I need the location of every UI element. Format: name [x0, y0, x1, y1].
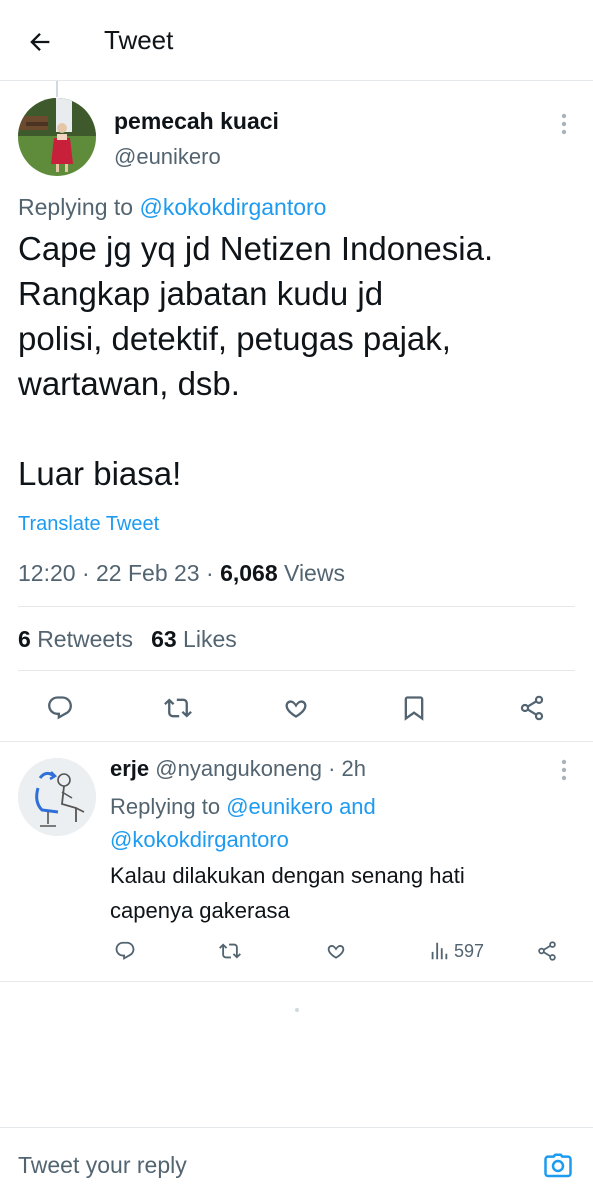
reply-author-handle[interactable]: @nyangukoneng	[155, 756, 322, 781]
arrow-left-icon	[30, 33, 50, 51]
divider	[0, 981, 593, 982]
bookmark-icon	[404, 696, 424, 721]
meta-separator: ·	[206, 560, 214, 586]
analytics-icon	[431, 942, 448, 960]
reply-avatar-sketch	[18, 758, 96, 836]
more-options-button[interactable]	[548, 108, 580, 140]
reply-like-button[interactable]	[323, 932, 349, 970]
replying-prefix: Replying to	[110, 794, 221, 819]
avatar[interactable]	[18, 98, 96, 176]
reply-input[interactable]	[18, 1148, 518, 1182]
retweets-label: Retweets	[37, 626, 134, 652]
retweet-button[interactable]	[156, 686, 200, 730]
reply-replying-to: Replying to @eunikero and @kokokdirganto…	[110, 790, 530, 856]
reply-retweet-button[interactable]	[217, 932, 243, 970]
reply-actions: 597	[0, 932, 593, 970]
reply-views-button[interactable]: 597	[428, 932, 498, 970]
likes-label: Likes	[183, 626, 237, 652]
more-vertical-icon	[561, 759, 567, 781]
tweet-stats: 6 Retweets 63 Likes	[18, 626, 237, 653]
tweet-time[interactable]: 12:20	[18, 560, 76, 586]
retweet-icon	[164, 698, 192, 718]
reply-more-options-button[interactable]	[548, 754, 580, 786]
divider	[0, 741, 593, 742]
share-icon	[538, 941, 556, 961]
reply-avatar[interactable]	[18, 758, 96, 836]
translate-tweet-link[interactable]: Translate Tweet	[18, 513, 159, 536]
like-button[interactable]	[274, 686, 318, 730]
reply-text: Kalau dilakukan dengan senang hati capen…	[110, 863, 465, 923]
camera-icon	[544, 1153, 572, 1178]
divider	[18, 670, 575, 671]
author-handle[interactable]: @eunikero	[114, 144, 221, 170]
likes-count: 63	[151, 626, 177, 652]
tweet-date[interactable]: 22 Feb 23	[96, 560, 200, 586]
share-button[interactable]	[510, 686, 554, 730]
reply-time[interactable]: 2h	[342, 756, 366, 781]
reply-composer	[0, 1127, 593, 1200]
reply-author-name[interactable]: erje	[110, 756, 149, 781]
views-count: 6,068	[220, 560, 278, 586]
reply-reply-button[interactable]	[112, 932, 138, 970]
bookmark-button[interactable]	[392, 686, 436, 730]
share-icon	[520, 695, 544, 721]
retweets-count: 6	[18, 626, 31, 652]
retweets-stat[interactable]: 6 Retweets	[18, 626, 133, 652]
top-bar: Tweet	[0, 0, 593, 81]
heart-icon	[327, 945, 345, 959]
replying-to-link[interactable]: @kokokdirgantoro	[110, 827, 289, 852]
loading-indicator	[295, 1008, 299, 1012]
reply-share-button[interactable]	[534, 932, 560, 970]
tweet-actions	[0, 686, 593, 730]
back-button[interactable]	[22, 24, 58, 60]
divider	[18, 606, 575, 607]
replying-to-link[interactable]: @eunikero	[226, 794, 333, 819]
page-title: Tweet	[104, 25, 174, 55]
replying-prefix: Replying to	[18, 194, 134, 220]
reply-separator: ·	[328, 756, 336, 781]
author-name[interactable]: pemecah kuaci	[114, 108, 279, 135]
tweet-text: Cape jg yq jd Netizen Indonesia. Rangkap…	[18, 230, 494, 492]
reply-views-count: 597	[454, 940, 485, 961]
views-label: Views	[284, 560, 345, 586]
meta-separator: ·	[81, 560, 90, 586]
reply-icon	[115, 941, 135, 960]
reply-icon	[48, 696, 72, 720]
retweet-icon	[219, 943, 241, 959]
heart-icon	[285, 700, 307, 718]
reply-button[interactable]	[38, 686, 82, 730]
tweet-meta: 12:20 · 22 Feb 23 · 6,068 Views	[18, 560, 345, 587]
camera-button[interactable]	[538, 1146, 578, 1186]
thread-connector	[56, 81, 58, 97]
replying-to-link[interactable]: @kokokdirgantoro	[139, 194, 326, 220]
avatar-photo	[18, 98, 96, 176]
replying-to: Replying to @kokokdirgantoro	[18, 194, 326, 221]
likes-stat[interactable]: 63 Likes	[151, 626, 237, 652]
reply-header: erje @nyangukoneng · 2h	[110, 756, 366, 782]
replying-and: and	[339, 794, 376, 819]
more-vertical-icon	[561, 113, 567, 135]
